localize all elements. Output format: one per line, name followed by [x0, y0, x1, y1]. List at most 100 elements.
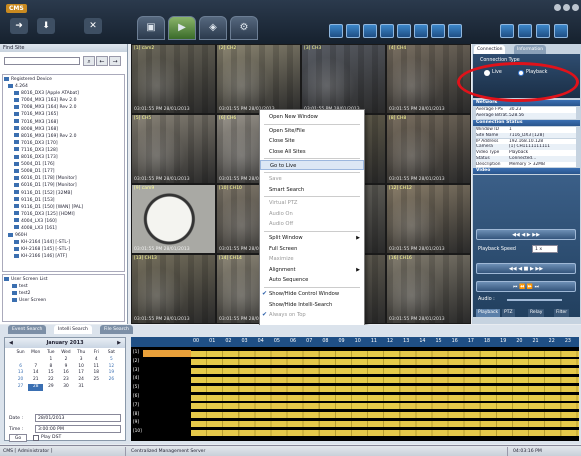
menu-item[interactable]: Alignment ▶: [260, 265, 364, 275]
previous-icon[interactable]: ←: [96, 56, 108, 66]
register-icon[interactable]: ⬇: [37, 18, 55, 34]
camera-view[interactable]: [3] CH303:01:55 PM 28/01/2013: [301, 44, 386, 114]
layout-10-button[interactable]: [414, 24, 428, 38]
tree-node[interactable]: 7016_DX3 [170]: [4, 140, 123, 147]
search-button[interactable]: [536, 24, 550, 38]
next-month-icon[interactable]: ▶: [117, 338, 121, 348]
play-dst-checkbox[interactable]: [33, 435, 39, 441]
calendar-day[interactable]: 2: [58, 357, 73, 364]
calendar-day[interactable]: 26: [104, 377, 119, 384]
camera-view[interactable]: [12] CH12 03:01:55 PM 28/01/2013: [386, 184, 471, 254]
tree-node[interactable]: 9116_D1 [153]: [4, 197, 123, 204]
tree-node[interactable]: 4004_LX3 [160]: [4, 218, 123, 225]
print-button[interactable]: [554, 24, 568, 38]
menu-item[interactable]: Go to Live: [260, 160, 364, 171]
menu-item[interactable]: Audio Off: [260, 219, 364, 229]
channel-track[interactable]: [191, 359, 579, 366]
menu-item[interactable]: Maximize: [260, 254, 364, 264]
minimize-icon[interactable]: [554, 4, 561, 11]
calendar-day[interactable]: 30: [58, 384, 73, 391]
user-screen-item[interactable]: test2: [4, 290, 123, 297]
tree-node[interactable]: 5004_D1 [176]: [4, 161, 123, 168]
frame-buttons[interactable]: ◀◀ ◀ ▶ ▶▶: [476, 229, 576, 240]
tree-node[interactable]: KH-2166 [146] [ATF]: [4, 253, 123, 260]
camera-view[interactable]: [16] CH16 03:01:55 PM 28/01/2013: [386, 254, 471, 324]
user-screen-item[interactable]: User Screen List: [4, 276, 123, 283]
camera-view[interactable]: [1] cam2 03:01:55 PM 28/01/2013: [131, 44, 216, 114]
tree-node[interactable]: 4.264: [4, 83, 123, 90]
menu-item[interactable]: ✔ Always on Top: [260, 310, 364, 320]
tree-node[interactable]: KH-2164 [144] [-STL-]: [4, 239, 123, 246]
menu-item[interactable]: Close All Sites: [260, 147, 364, 157]
map-tab[interactable]: ◈: [199, 16, 227, 40]
menu-item[interactable]: Close Site: [260, 136, 364, 146]
prev-month-icon[interactable]: ◀: [9, 338, 13, 348]
calendar-day[interactable]: 21: [28, 377, 43, 384]
control-tab-ptz[interactable]: PTZ: [502, 309, 515, 317]
layout-8-button[interactable]: [380, 24, 394, 38]
channel-track[interactable]: [191, 376, 579, 383]
camera-view[interactable]: [2] CH2 03:01:55 PM 28/01/2013: [216, 44, 301, 114]
channel-track[interactable]: [191, 368, 579, 375]
calendar-day[interactable]: 4: [89, 357, 104, 364]
bottom-tab[interactable]: Event Search: [8, 325, 47, 334]
go-button[interactable]: Go: [9, 434, 27, 442]
calendar-day[interactable]: 3: [74, 357, 89, 364]
tree-node[interactable]: 7008_MX3 [164] Rev 2.0: [4, 104, 123, 111]
channel-track[interactable]: [191, 403, 579, 410]
channel-track[interactable]: [191, 385, 579, 392]
tab-information[interactable]: Information: [514, 45, 547, 54]
search-icon[interactable]: ⌕: [83, 56, 95, 66]
tree-node[interactable]: 7004_MX3 [163] Rev 2.0: [4, 97, 123, 104]
tree-node[interactable]: 8008_MX3 [168]: [4, 126, 123, 133]
menu-item[interactable]: Show/Hide Intelli-Search: [260, 300, 364, 310]
calendar-day[interactable]: 25: [89, 377, 104, 384]
layout-1-button[interactable]: [329, 24, 343, 38]
menu-item[interactable]: ✔ Show/Hide Control Window: [260, 289, 364, 299]
maximize-icon[interactable]: [563, 4, 570, 11]
tree-node[interactable]: 5008_D1 [177]: [4, 168, 123, 175]
next-icon[interactable]: →: [109, 56, 121, 66]
channel-track[interactable]: [191, 429, 579, 436]
calendar-day[interactable]: 1: [43, 357, 58, 364]
timeline[interactable]: 00 01 02 03 04 05 06 07 08 09 10 11 12 13 14 15 16 17 18 19…: [131, 337, 579, 441]
playback-tab[interactable]: ▶: [168, 16, 196, 40]
tree-node[interactable]: 8016_MX3 [169] Rev 2.0: [4, 133, 123, 140]
camera-view[interactable]: [8] CH8 03:01:55 PM 28/01/2013: [386, 114, 471, 184]
calendar-day[interactable]: [28, 357, 43, 364]
menu-item[interactable]: Smart Search: [260, 185, 364, 195]
sequence-button[interactable]: [500, 24, 514, 38]
login-icon[interactable]: ➜: [10, 18, 28, 34]
control-tab-relay[interactable]: Relay: [528, 309, 545, 317]
setup-tab[interactable]: ⚙: [230, 16, 258, 40]
tree-node[interactable]: 6016_D1 [178] [Monitor]: [4, 175, 123, 182]
layout-13-button[interactable]: [431, 24, 445, 38]
tree-node[interactable]: 7016_MX3 [165]: [4, 111, 123, 118]
calendar-day[interactable]: [104, 384, 119, 391]
calendar-day[interactable]: 29: [43, 384, 58, 391]
playback-speed-select[interactable]: 1 x: [532, 245, 558, 253]
tree-node[interactable]: 7116_DX3 [128]: [4, 147, 123, 154]
tree-node[interactable]: 7016_MX3 [168]: [4, 119, 123, 126]
calendar-day[interactable]: 28: [28, 383, 44, 391]
calendar-day[interactable]: 5: [104, 357, 119, 364]
user-screen-item[interactable]: User Screen: [4, 297, 123, 304]
camera-view[interactable]: [13] CH13 03:01:55 PM 28/01/2013: [131, 254, 216, 324]
close-icon[interactable]: [572, 4, 579, 11]
calendar-day[interactable]: 27: [13, 384, 28, 391]
tree-node[interactable]: KH-2168 [145] [-STL-]: [4, 246, 123, 253]
calendar-day[interactable]: 20: [13, 377, 28, 384]
menu-item[interactable]: Virtual PTZ: [260, 198, 364, 208]
layout-16-button[interactable]: [448, 24, 462, 38]
play-control-buttons[interactable]: ◀◀ ◀ ■ ▶ ▶▶: [476, 263, 576, 274]
audio-slider[interactable]: [507, 299, 562, 301]
channel-track[interactable]: [191, 350, 579, 357]
tree-node[interactable]: 960H: [4, 232, 123, 239]
tab-connection[interactable]: Connection: [474, 45, 506, 54]
camera-view[interactable]: [9] cam9 03:01:55 PM 28/01/2013: [131, 184, 216, 254]
calendar-day[interactable]: 24: [74, 377, 89, 384]
menu-item[interactable]: Auto Sequence: [260, 275, 364, 285]
menu-item[interactable]: Open New Window: [260, 112, 364, 122]
tree-node[interactable]: 4008_LX3 [161]: [4, 225, 123, 232]
tree-node[interactable]: 8016_DX3 [173]: [4, 154, 123, 161]
